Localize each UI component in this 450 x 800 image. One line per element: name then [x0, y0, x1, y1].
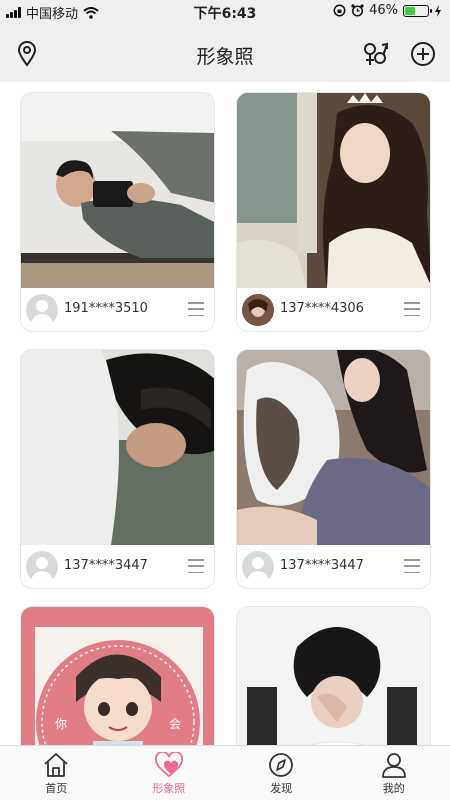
- sticker-text-left: 你: [55, 717, 68, 731]
- portrait-photo[interactable]: [21, 350, 214, 545]
- home-icon: [44, 753, 68, 777]
- battery-level: [405, 6, 415, 15]
- tab-bar: 首页 形象照 发现 我的: [0, 745, 450, 800]
- portrait-photo[interactable]: [237, 350, 430, 545]
- photo-card[interactable]: 137****3447: [236, 349, 431, 589]
- tab-portraits[interactable]: 形象照: [113, 746, 226, 800]
- alarm-icon: [351, 4, 364, 17]
- tab-home[interactable]: 首页: [0, 746, 113, 800]
- avatar[interactable]: [242, 551, 274, 583]
- tab-home-label: 首页: [45, 782, 68, 795]
- menu-icon[interactable]: [404, 302, 420, 316]
- plus-circle-icon[interactable]: [410, 41, 436, 67]
- sticker-text-right: 会: [169, 717, 182, 731]
- portrait-photo[interactable]: [237, 93, 430, 288]
- tab-mine[interactable]: 我的: [338, 746, 450, 800]
- card-footer: 137****3447: [237, 545, 430, 588]
- profile-icon: [381, 753, 406, 778]
- avatar[interactable]: [242, 294, 274, 326]
- battery-icon: [403, 4, 432, 17]
- avatar[interactable]: [26, 294, 58, 326]
- user-name: 137****3447: [64, 558, 148, 573]
- compass-icon: [269, 753, 294, 777]
- menu-icon[interactable]: [188, 302, 204, 316]
- tab-portraits-label: 形象照: [152, 782, 186, 795]
- charging-icon: [435, 4, 441, 17]
- status-right: 46%: [333, 3, 442, 18]
- card-footer: 137****4306: [237, 288, 430, 331]
- user-name: 137****4306: [280, 301, 364, 316]
- rotation-lock-icon: [333, 4, 346, 17]
- user-name: 137****3447: [280, 558, 364, 573]
- heart-icon: [154, 752, 183, 778]
- card-footer: 137****3447: [21, 545, 214, 588]
- tab-discover[interactable]: 发现: [225, 746, 338, 800]
- user-name: 191****3510: [64, 301, 148, 316]
- photo-card[interactable]: 191****3510: [20, 92, 215, 332]
- tab-discover-label: 发现: [270, 782, 293, 795]
- header: 形象照: [0, 24, 450, 82]
- photo-card[interactable]: 137****3447: [20, 349, 215, 589]
- battery-percent: 46%: [369, 3, 398, 18]
- tab-mine-label: 我的: [382, 782, 405, 795]
- menu-icon[interactable]: [188, 559, 204, 573]
- menu-icon[interactable]: [404, 559, 420, 573]
- portrait-photo[interactable]: [21, 93, 214, 288]
- status-bar: 中国移动 下午6:43 46%: [0, 0, 450, 24]
- photo-card[interactable]: 137****4306: [236, 92, 431, 332]
- card-footer: 191****3510: [21, 288, 214, 331]
- gender-filter-icon[interactable]: [362, 41, 388, 67]
- avatar[interactable]: [26, 551, 58, 583]
